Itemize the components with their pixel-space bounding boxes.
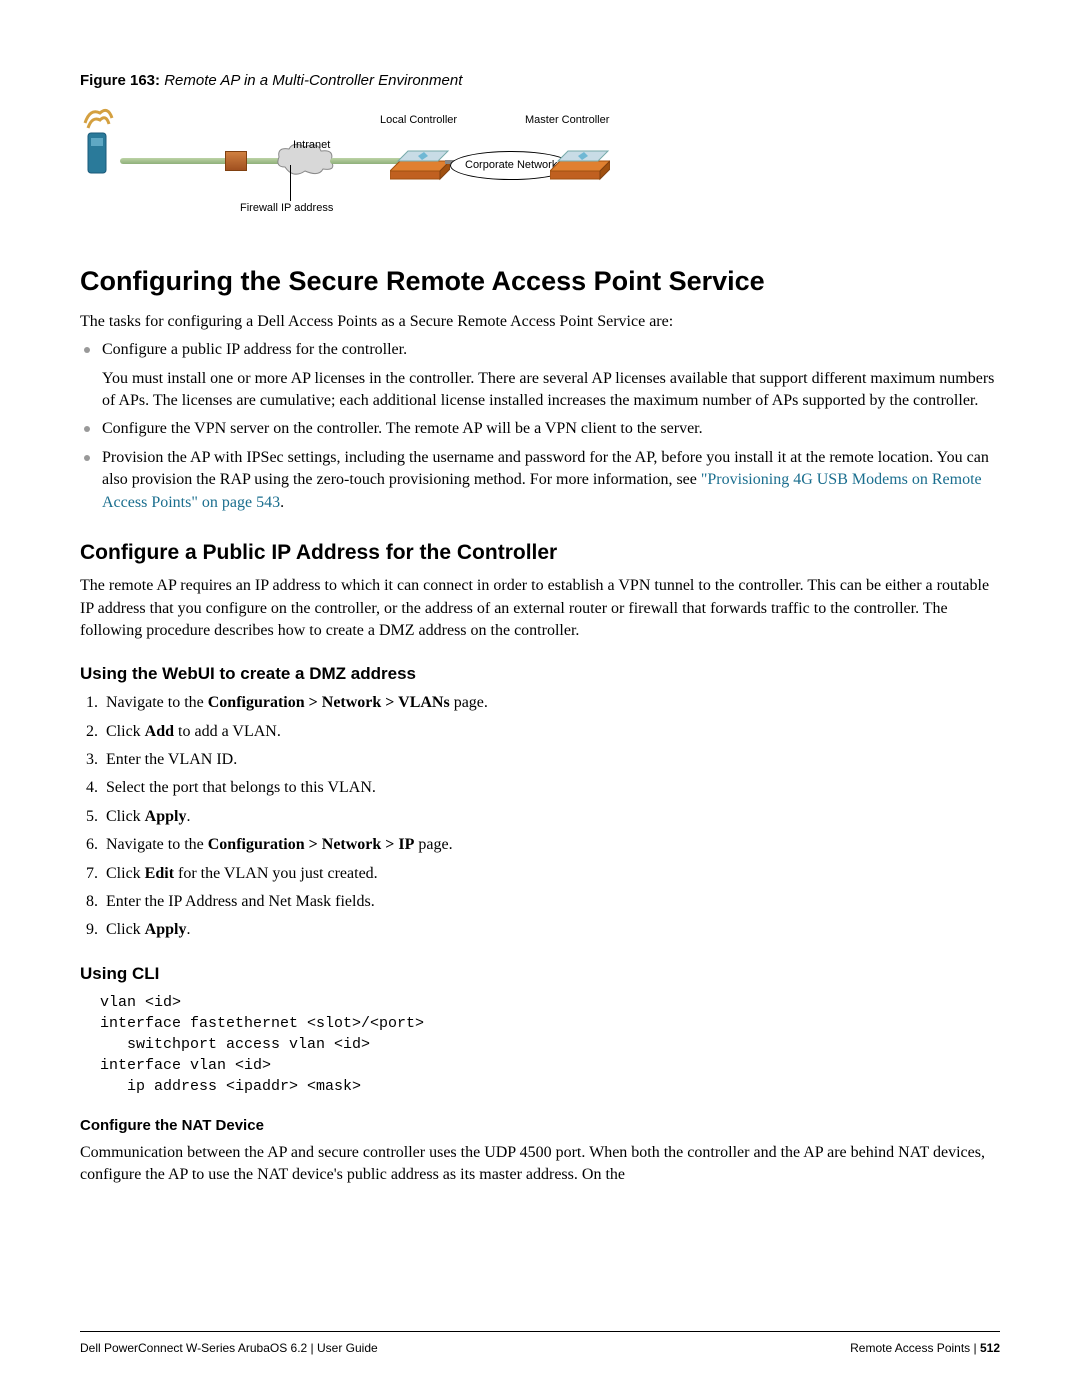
heading-3: Using the WebUI to create a DMZ address: [80, 662, 1000, 686]
step-item: Navigate to the Configuration > Network …: [102, 692, 1000, 714]
step-item: Click Add to add a VLAN.: [102, 721, 1000, 743]
page: Figure 163: Remote AP in a Multi-Control…: [0, 0, 1080, 1397]
heading-4: Configure the NAT Device: [80, 1115, 1000, 1136]
figure-label: Figure 163:: [80, 72, 160, 89]
step-text: to add a VLAN.: [174, 723, 281, 740]
step-text: for the VLAN you just created.: [174, 865, 378, 882]
local-controller-label: Local Controller: [380, 113, 457, 128]
intro-paragraph: The tasks for configuring a Dell Access …: [80, 311, 1000, 333]
step-text: .: [186, 921, 190, 938]
footer-section: Remote Access Points: [850, 1341, 970, 1355]
firewall-ip-label: Firewall IP address: [240, 201, 333, 216]
webui-steps: Navigate to the Configuration > Network …: [80, 692, 1000, 942]
page-footer: Dell PowerConnect W-Series ArubaOS 6.2 |…: [80, 1331, 1000, 1357]
step-item: Click Apply.: [102, 806, 1000, 828]
master-controller-label: Master Controller: [525, 113, 609, 128]
network-diagram: Intranet Firewall IP address Local Contr…: [80, 103, 600, 233]
list-item-text: .: [280, 494, 284, 511]
step-text: Click: [106, 808, 145, 825]
step-bold: Configuration > Network > IP: [208, 836, 415, 853]
step-item: Click Apply.: [102, 919, 1000, 941]
heading-3: Using CLI: [80, 962, 1000, 986]
list-item: Configure a public IP address for the co…: [102, 339, 1000, 412]
firewall-pointer-line: [290, 165, 291, 201]
step-text: Navigate to the: [106, 694, 208, 711]
body-paragraph: Communication between the AP and secure …: [80, 1142, 1000, 1187]
step-bold: Add: [145, 723, 174, 740]
step-item: Select the port that belongs to this VLA…: [102, 777, 1000, 799]
intranet-label: Intranet: [293, 138, 330, 153]
step-item: Click Edit for the VLAN you just created…: [102, 863, 1000, 885]
step-text: page.: [450, 694, 488, 711]
step-item: Enter the VLAN ID.: [102, 749, 1000, 771]
step-bold: Apply: [145, 808, 187, 825]
cli-code-block: vlan <id> interface fastethernet <slot>/…: [100, 992, 1000, 1097]
step-text: Click: [106, 865, 145, 882]
step-item: Navigate to the Configuration > Network …: [102, 834, 1000, 856]
list-item-text: Configure the VPN server on the controll…: [102, 420, 703, 437]
firewall-icon: [225, 151, 247, 171]
step-text: Navigate to the: [106, 836, 208, 853]
access-point-icon: [80, 108, 120, 178]
list-item-text: Configure a public IP address for the co…: [102, 341, 407, 358]
footer-left: Dell PowerConnect W-Series ArubaOS 6.2 |…: [80, 1340, 378, 1357]
step-bold: Apply: [145, 921, 187, 938]
footer-right: Remote Access Points | 512: [850, 1340, 1000, 1357]
list-item-sub: You must install one or more AP licenses…: [102, 368, 1000, 413]
step-text: Click: [106, 921, 145, 938]
heading-2: Configure a Public IP Address for the Co…: [80, 538, 1000, 567]
step-text: Click: [106, 723, 145, 740]
master-controller-icon: [550, 143, 610, 183]
footer-page-number: 512: [980, 1341, 1000, 1355]
step-text: page.: [414, 836, 452, 853]
step-item: Enter the IP Address and Net Mask fields…: [102, 891, 1000, 913]
list-item: Configure the VPN server on the controll…: [102, 418, 1000, 440]
step-bold: Edit: [145, 865, 174, 882]
figure-title: Remote AP in a Multi-Controller Environm…: [164, 72, 462, 89]
task-list: Configure a public IP address for the co…: [80, 339, 1000, 514]
step-bold: Configuration > Network > VLANs: [208, 694, 450, 711]
list-item: Provision the AP with IPSec settings, in…: [102, 447, 1000, 514]
footer-sep: |: [970, 1341, 980, 1355]
connection-pipe: [120, 158, 300, 164]
body-paragraph: The remote AP requires an IP address to …: [80, 575, 1000, 642]
figure-caption: Figure 163: Remote AP in a Multi-Control…: [80, 70, 1000, 91]
step-text: .: [186, 808, 190, 825]
local-controller-icon: [390, 143, 450, 183]
heading-1: Configuring the Secure Remote Access Poi…: [80, 263, 1000, 301]
